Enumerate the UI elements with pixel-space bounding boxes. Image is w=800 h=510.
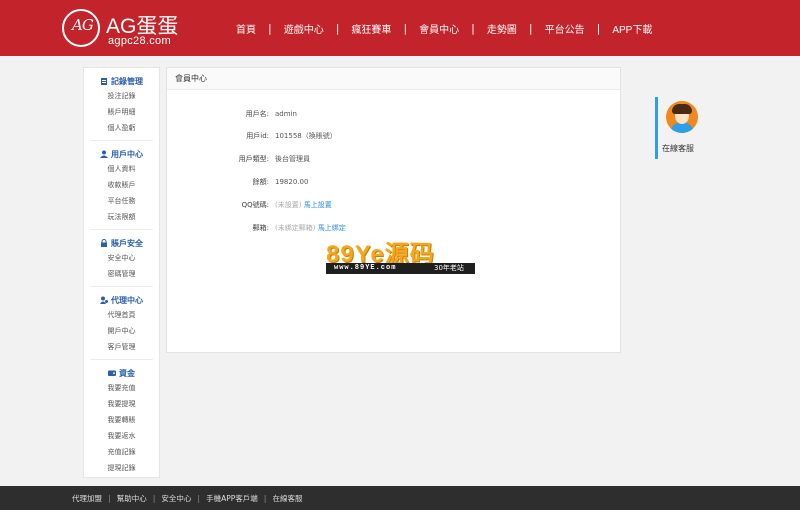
footer-link-app[interactable]: 手機APP客戶端	[206, 493, 258, 504]
info-label: 用戶id:	[246, 132, 269, 140]
info-row-username: 用戶名: admin	[167, 108, 622, 120]
sidebar-heading-label: 資金	[119, 368, 135, 378]
sidebar-item-agent-home[interactable]: 代理首頁	[90, 307, 153, 323]
footer-link-security[interactable]: 安全中心	[161, 493, 191, 504]
info-value-group: (未設置) 馬上設置	[275, 199, 332, 211]
footer-link-service[interactable]: 在線客服	[273, 493, 303, 504]
avatar-body	[671, 123, 693, 133]
sidebar-item-transfer[interactable]: 我要轉賬	[90, 412, 153, 428]
sidebar-item-bet-records[interactable]: 投注記錄	[90, 88, 153, 104]
sidebar-item-profit-loss[interactable]: 個人盈虧	[90, 120, 153, 136]
sidebar-heading-label: 代理中心	[111, 295, 143, 305]
sidebar-heading-label: 記錄管理	[111, 76, 143, 86]
info-label: 郵箱:	[252, 224, 269, 232]
sidebar-item-profile[interactable]: 個人資料	[90, 161, 153, 177]
sidebar-group-user: 用戶中心 個人資料 收款賬戶 平台任務 玩法限額	[90, 141, 153, 230]
site-watermark: 89Ye源码 www.89YE.com 30年老站	[326, 234, 476, 276]
info-row-email: 郵箱: (未綁定郵箱) 馬上綁定	[167, 222, 622, 234]
sidebar-item-rebate[interactable]: 我要返水	[90, 428, 153, 444]
sidebar-group-records: 記錄管理 投注記錄 賬戶明細 個人盈虧	[90, 68, 153, 141]
footer: 代理加盟 | 幫助中心 | 安全中心 | 手機APP客戶端 | 在線客服	[0, 486, 800, 510]
qq-status: (未設置)	[275, 201, 302, 209]
sidebar-item-account-opening[interactable]: 開戶中心	[90, 323, 153, 339]
sidebar-group-funds: 資金 我要充值 我要提現 我要轉賬 我要返水 充值記錄 提現記錄	[90, 360, 153, 480]
info-row-qq: QQ號碼: (未設置) 馬上設置	[167, 199, 622, 211]
footer-link-agent[interactable]: 代理加盟	[72, 493, 102, 504]
sidebar-heading-label: 賬戶安全	[111, 238, 143, 248]
sidebar-item-security-center[interactable]: 安全中心	[90, 250, 153, 266]
set-qq-link[interactable]: 馬上設置	[304, 201, 332, 209]
nav-home[interactable]: 首頁	[224, 21, 268, 36]
sidebar-group-agent: 代理中心 代理首頁 開戶中心 客戶管理	[90, 287, 153, 360]
info-value: 後台管理員	[275, 155, 310, 163]
footer-divider: |	[263, 493, 267, 503]
user-icon	[100, 150, 108, 158]
clipboard-icon	[101, 78, 107, 85]
sidebar-item-withdraw[interactable]: 我要提現	[90, 396, 153, 412]
footer-divider: |	[152, 493, 156, 503]
wallet-icon	[108, 370, 116, 376]
footer-divider: |	[108, 493, 111, 503]
sidebar-heading: 資金	[90, 366, 153, 380]
agent-icon	[100, 296, 108, 304]
info-row-balance: 餘額: 19820.00	[167, 176, 622, 188]
lock-icon	[101, 239, 107, 247]
info-value: admin	[275, 110, 297, 118]
nav-games[interactable]: 遊戲中心	[272, 21, 336, 36]
footer-divider: |	[197, 493, 201, 503]
logo-mark: AG	[72, 16, 94, 34]
sidebar-item-deposit-records[interactable]: 充值記錄	[90, 444, 153, 460]
bind-email-link[interactable]: 馬上綁定	[318, 224, 346, 232]
customer-service-label: 在線客服	[662, 144, 694, 153]
info-value: 101558（換賬號）	[275, 132, 337, 140]
info-label: QQ號碼:	[241, 201, 269, 209]
brand-domain: agpc28.com	[108, 35, 171, 47]
avatar-hair	[672, 104, 692, 114]
footer-link-help[interactable]: 幫助中心	[117, 493, 147, 504]
sidebar-group-security: 賬戶安全 安全中心 密碼管理	[90, 230, 153, 287]
sidebar-item-deposit[interactable]: 我要充值	[90, 380, 153, 396]
email-status: (未綁定郵箱)	[275, 224, 316, 232]
nav-app-download[interactable]: APP下載	[600, 21, 664, 36]
nav-racing[interactable]: 瘋狂賽車	[339, 21, 403, 36]
nav-member-center[interactable]: 會員中心	[407, 21, 471, 36]
info-value-group: (未綁定郵箱) 馬上綁定	[275, 222, 346, 234]
sidebar-heading: 賬戶安全	[90, 236, 153, 250]
watermark-tag: 30年老站	[434, 264, 464, 272]
sidebar-item-account-details[interactable]: 賬戶明細	[90, 104, 153, 120]
info-row-user-type: 用戶類型: 後台管理員	[167, 153, 622, 165]
sidebar-heading: 記錄管理	[90, 74, 153, 88]
brand-logo[interactable]: AG AG蛋蛋 agpc28.com	[62, 8, 202, 50]
info-row-user-id: 用戶id: 101558（換賬號）	[167, 130, 622, 142]
info-label: 用戶類型:	[238, 155, 269, 163]
watermark-bar: www.89YE.com 30年老站	[326, 263, 475, 274]
sidebar-item-customers[interactable]: 客戶管理	[90, 339, 153, 355]
sidebar-item-payout-account[interactable]: 收款賬戶	[90, 177, 153, 193]
member-center-panel: 會員中心 用戶名: admin 用戶id: 101558（換賬號） 用戶類型: …	[166, 67, 621, 353]
sidebar: 記錄管理 投注記錄 賬戶明細 個人盈虧 用戶中心 個人資料 收款賬戶 平台任務 …	[83, 67, 160, 478]
sidebar-heading: 代理中心	[90, 293, 153, 307]
panel-title: 會員中心	[167, 68, 620, 90]
sidebar-item-tasks[interactable]: 平台任務	[90, 193, 153, 209]
sidebar-item-password[interactable]: 密碼管理	[90, 266, 153, 282]
header: AG AG蛋蛋 agpc28.com 首頁 | 遊戲中心 | 瘋狂賽車 | 會員…	[0, 0, 800, 56]
sidebar-item-limits[interactable]: 玩法限額	[90, 209, 153, 225]
sidebar-item-withdraw-records[interactable]: 提現記錄	[90, 460, 153, 476]
sidebar-heading: 用戶中心	[90, 147, 153, 161]
sidebar-heading-label: 用戶中心	[111, 149, 143, 159]
customer-service-avatar-icon	[666, 101, 698, 133]
nav-announcements[interactable]: 平台公告	[533, 21, 597, 36]
info-value: 19820.00	[275, 178, 309, 186]
info-label: 餘額:	[252, 178, 269, 186]
customer-service-widget[interactable]: 在線客服	[655, 97, 715, 159]
nav-trend[interactable]: 走勢圖	[475, 21, 529, 36]
info-label: 用戶名:	[245, 110, 269, 118]
watermark-url: www.89YE.com	[334, 264, 397, 272]
main-nav: 首頁 | 遊戲中心 | 瘋狂賽車 | 會員中心 | 走勢圖 | 平台公告 | A…	[224, 20, 664, 36]
footer-links: 代理加盟 | 幫助中心 | 安全中心 | 手機APP客戶端 | 在線客服	[72, 486, 303, 510]
